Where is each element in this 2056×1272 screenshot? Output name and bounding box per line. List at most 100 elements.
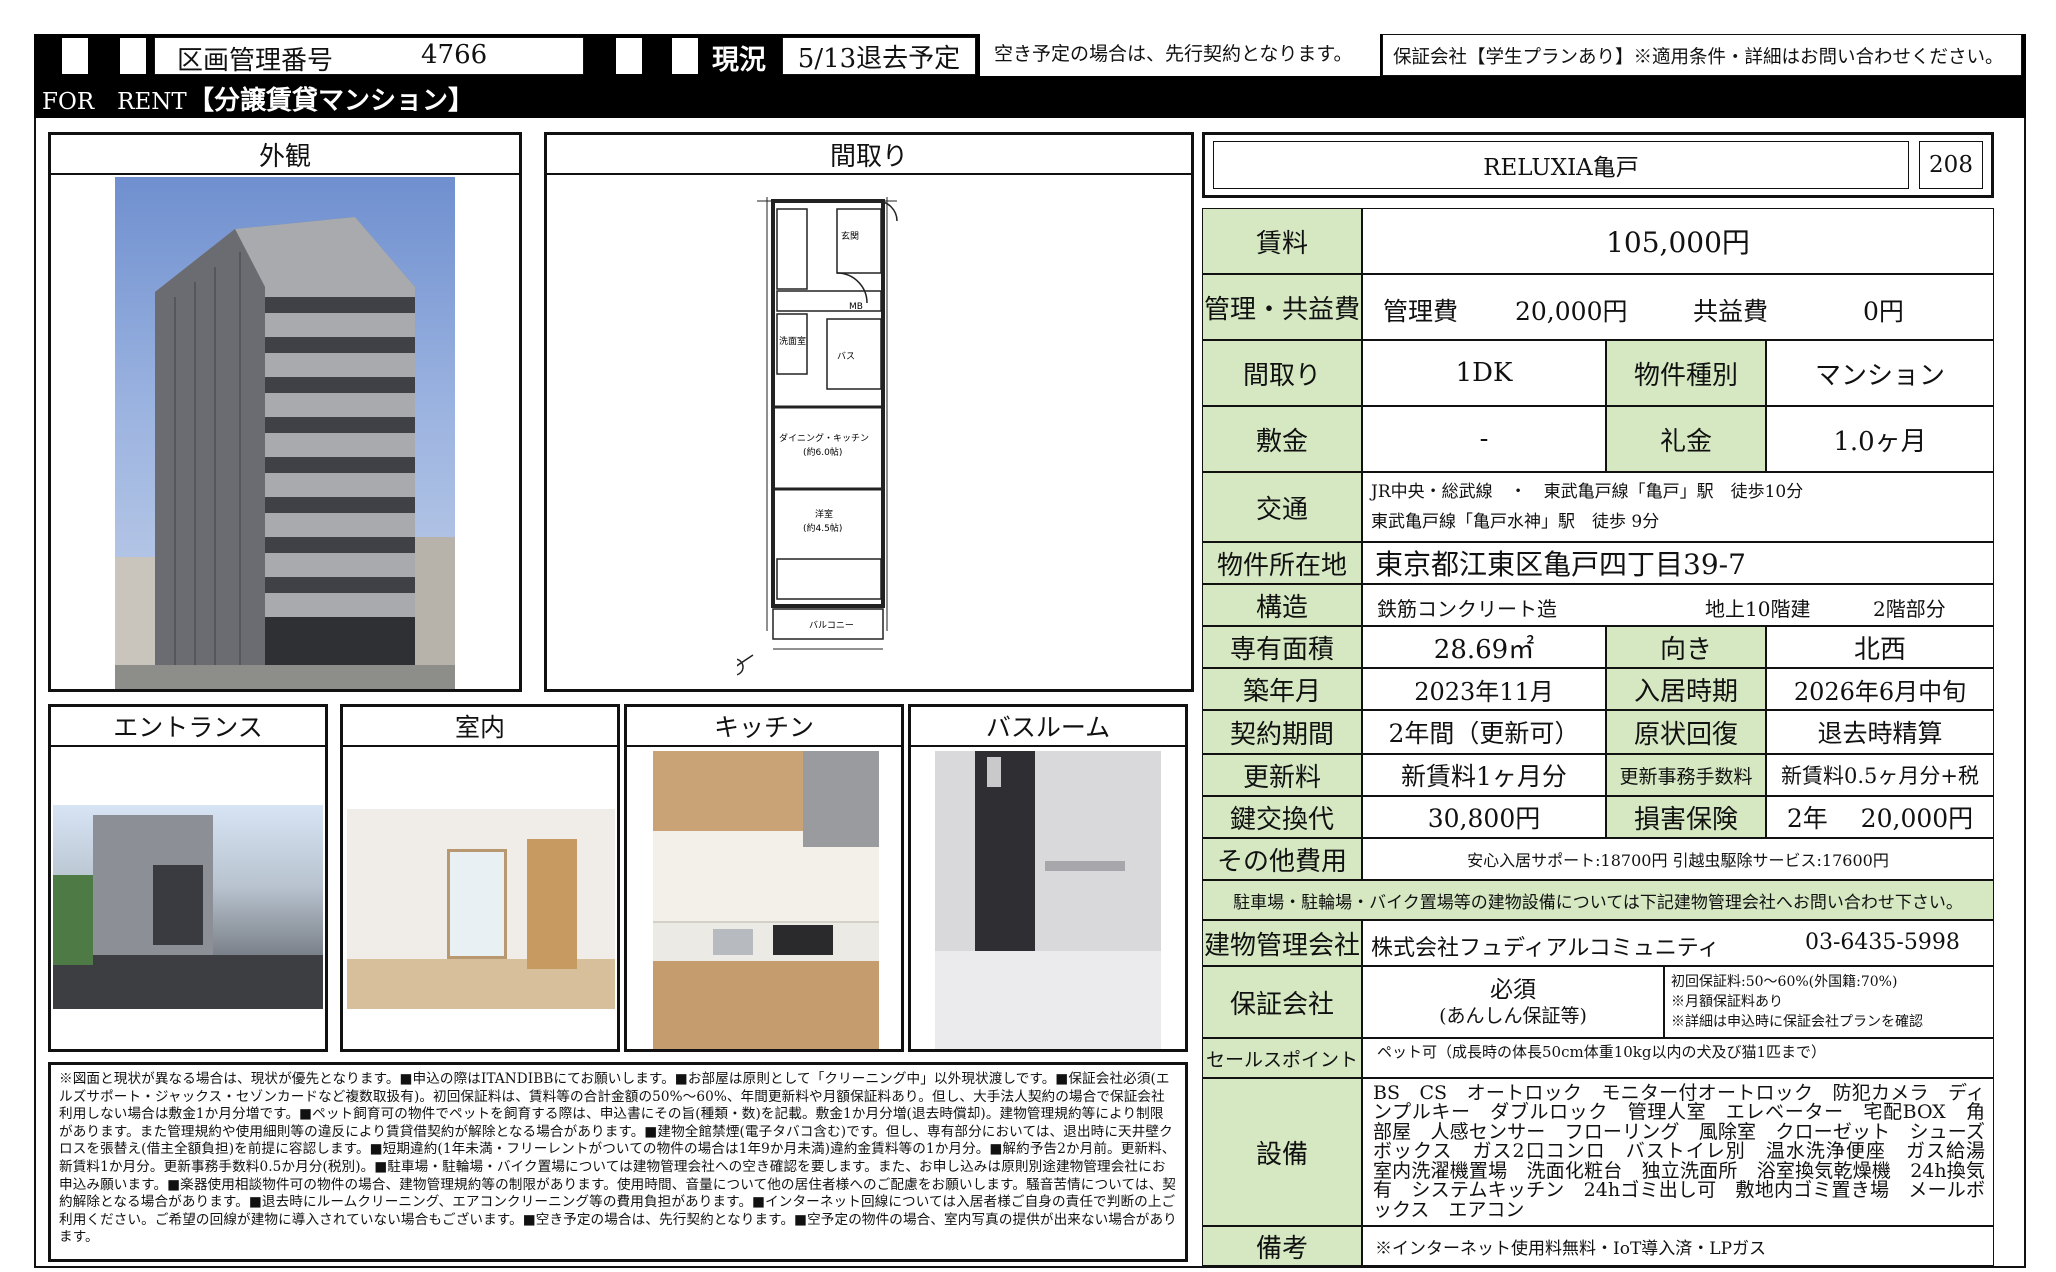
term-label: 契約期間 [1202, 710, 1362, 754]
built-label: 築年月 [1202, 668, 1362, 710]
entrance-panel: エントランス [48, 704, 328, 1052]
mgmt-label: 管理・共益費 [1202, 274, 1362, 340]
vacancy-note-box: 空き予定の場合は、先行契約となります。 [980, 34, 1380, 76]
term-value: 2年間（更新可） [1362, 710, 1606, 754]
room-number: 208 [1919, 141, 1983, 189]
fp-dk-label: ダイニング・キッチン [779, 432, 869, 444]
interior-photo [347, 809, 615, 1009]
kukaku-value: 4766 [421, 40, 488, 70]
entrance-photo [53, 805, 323, 1009]
exterior-panel: 外観 [48, 132, 522, 692]
renew-label: 更新料 [1202, 754, 1362, 796]
restore-value: 退去時精算 [1766, 710, 1994, 754]
key-label: 鍵交換代 [1202, 796, 1362, 838]
guarantor-main-cell: 必須 (あんしん保証等) [1362, 966, 1664, 1038]
area-label: 専有面積 [1202, 626, 1362, 668]
guarantor-label: 保証会社 [1202, 966, 1362, 1038]
guarantor-note-cell: 初回保証料:50～60%(外国籍:70%) ※月額保証料あり ※詳細は申込時に保… [1664, 966, 1994, 1038]
direction-value: 北西 [1766, 626, 1994, 668]
for-rent-label: FOR RENT [42, 89, 187, 115]
other-value: 安心入居サポート:18700円 引越虫駆除サービス:17600円 [1362, 838, 1994, 880]
fp-western-label: 洋室 [815, 508, 833, 520]
sales-label: セールスポイント [1202, 1038, 1362, 1078]
mgmt-co-label: 建物管理会社 [1202, 920, 1362, 966]
deposit-label: 敷金 [1202, 406, 1362, 472]
property-name-panel: RELUXIA亀戸 208 [1202, 132, 1994, 198]
bathroom-title: バスルーム [911, 707, 1185, 747]
fp-bath-label: バス [837, 351, 855, 362]
guarantee-note: 保証会社【学生プランあり】※適用条件・詳細はお問い合わせください。 [1393, 47, 2004, 68]
fp-entry-label: 玄関 [841, 230, 859, 242]
entrance-title: エントランス [51, 707, 325, 747]
remarks-value: ※インターネット使用料無料・IoT導入済・LPガス [1362, 1226, 1994, 1266]
rent-value: 105,000円 [1362, 208, 1994, 274]
access-line-2: 東武亀戸線「亀戸水神」駅 徒歩 9分 [1371, 512, 1660, 532]
exterior-title: 外観 [51, 135, 519, 175]
fp-western-size: (約4.5帖) [803, 522, 842, 534]
mgmt-cell: 管理費 20,000円 共益費 0円 [1362, 274, 1994, 340]
mgmt-fee-label: 管理費 [1383, 297, 1459, 326]
access-cell: JR中央・総武線 ・ 東武亀戸線「亀戸」駅 徒歩10分 東武亀戸線「亀戸水神」駅… [1362, 472, 1994, 542]
movein-label: 入居時期 [1606, 668, 1766, 710]
structure-label: 構造 [1202, 584, 1362, 626]
floors-value: 地上10階建 [1705, 597, 1811, 621]
header-white-block-2 [120, 38, 146, 74]
kind-value: マンション [1766, 340, 1994, 406]
address-label: 物件所在地 [1202, 542, 1362, 584]
kitchen-title: キッチン [627, 707, 901, 747]
renew-fee-value: 新賃料0.5ヶ月分+税 [1766, 754, 1994, 796]
area-value: 28.69㎡ [1362, 626, 1606, 668]
vacancy-note: 空き予定の場合は、先行契約となります。 [994, 43, 1353, 65]
interior-title: 室内 [343, 707, 617, 747]
fp-dk-size: (約6.0帖) [803, 446, 842, 458]
guarantor-sub: (あんしん保証等) [1439, 1005, 1587, 1027]
equip-value: BS CS オートロック モニター付オートロック 防犯カメラ ディンプルキー ダ… [1362, 1078, 1994, 1226]
kitchen-panel: キッチン [624, 704, 904, 1052]
deposit-value: - [1362, 406, 1606, 472]
guarantor-note-1: 初回保証料:50～60%(外国籍:70%) [1671, 974, 1898, 990]
floorplan-panel: 間取り 玄関 洗面室 バス ダイニング・キッチン (約6.0帖) 洋室 (約4.… [544, 132, 1194, 692]
guarantor-value: 必須 [1490, 977, 1536, 1003]
bathroom-photo [935, 751, 1161, 1049]
key-money-label: 礼金 [1606, 406, 1766, 472]
insurance-value: 2年 20,000円 [1766, 796, 1994, 838]
mgmt-co-name: 株式会社フュディアルコミュニティ [1371, 936, 1720, 961]
sales-value: ペット可（成長時の体長50cm体重10kg以内の犬及び猫1匹まで） [1362, 1038, 1994, 1078]
floor-part-value: 2階部分 [1873, 597, 1946, 621]
structure-cell: 鉄筋コンクリート造 地上10階建 2階部分 [1362, 584, 1994, 626]
mgmt-co-cell: 株式会社フュディアルコミュニティ 03-6435-5998 [1362, 920, 1994, 966]
header-white-block-3 [616, 38, 642, 74]
access-label: 交通 [1202, 472, 1362, 542]
access-line-1: JR中央・総武線 ・ 東武亀戸線「亀戸」駅 徒歩10分 [1371, 482, 1804, 502]
floorplan-drawing: 玄関 洗面室 バス ダイニング・キッチン (約6.0帖) 洋室 (約4.5帖) … [737, 197, 898, 676]
guarantor-note-2: ※月額保証料あり [1671, 994, 1783, 1010]
remarks-label: 備考 [1202, 1226, 1362, 1266]
movein-value: 2026年6月中旬 [1766, 668, 1994, 710]
genkyo-value: 5/13退去予定 [782, 37, 976, 75]
building-illustration [115, 217, 455, 689]
layout-value: 1DK [1362, 340, 1606, 406]
floorplan-title: 間取り [547, 135, 1191, 175]
fp-balcony-label: バルコニー [809, 620, 854, 631]
mgmt-co-tel: 03-6435-5998 [1805, 930, 1960, 955]
kukaku-label: 区画管理番号 [177, 46, 334, 76]
fp-mb-label: MB [849, 302, 863, 312]
parking-note: 駐車場・駐輪場・バイク置場等の建物設備については下記建物管理会社へお問い合わせ下… [1202, 880, 1994, 920]
header-white-block-1 [62, 38, 88, 74]
guarantee-note-box: 保証会社【学生プランあり】※適用条件・詳細はお問い合わせください。 [1382, 34, 2022, 76]
renew-value: 新賃料1ヶ月分 [1362, 754, 1606, 796]
other-label: その他費用 [1202, 838, 1362, 880]
common-fee-label: 共益費 [1693, 297, 1769, 326]
equip-label: 設備 [1202, 1078, 1362, 1226]
common-fee-value: 0円 [1863, 297, 1904, 326]
kukaku-field: 区画管理番号 4766 [154, 37, 584, 76]
exterior-photo [115, 177, 455, 689]
structure-value: 鉄筋コンクリート造 [1377, 597, 1557, 621]
mgmt-fee-value: 20,000円 [1515, 297, 1628, 326]
built-value: 2023年11月 [1362, 668, 1606, 710]
bathroom-panel: バスルーム [908, 704, 1188, 1052]
kind-label: 物件種別 [1606, 340, 1766, 406]
rent-label: 賃料 [1202, 208, 1362, 274]
interior-panel: 室内 [340, 704, 620, 1052]
guarantor-note-3: ※詳細は申込時に保証会社プランを確認 [1671, 1014, 1923, 1030]
